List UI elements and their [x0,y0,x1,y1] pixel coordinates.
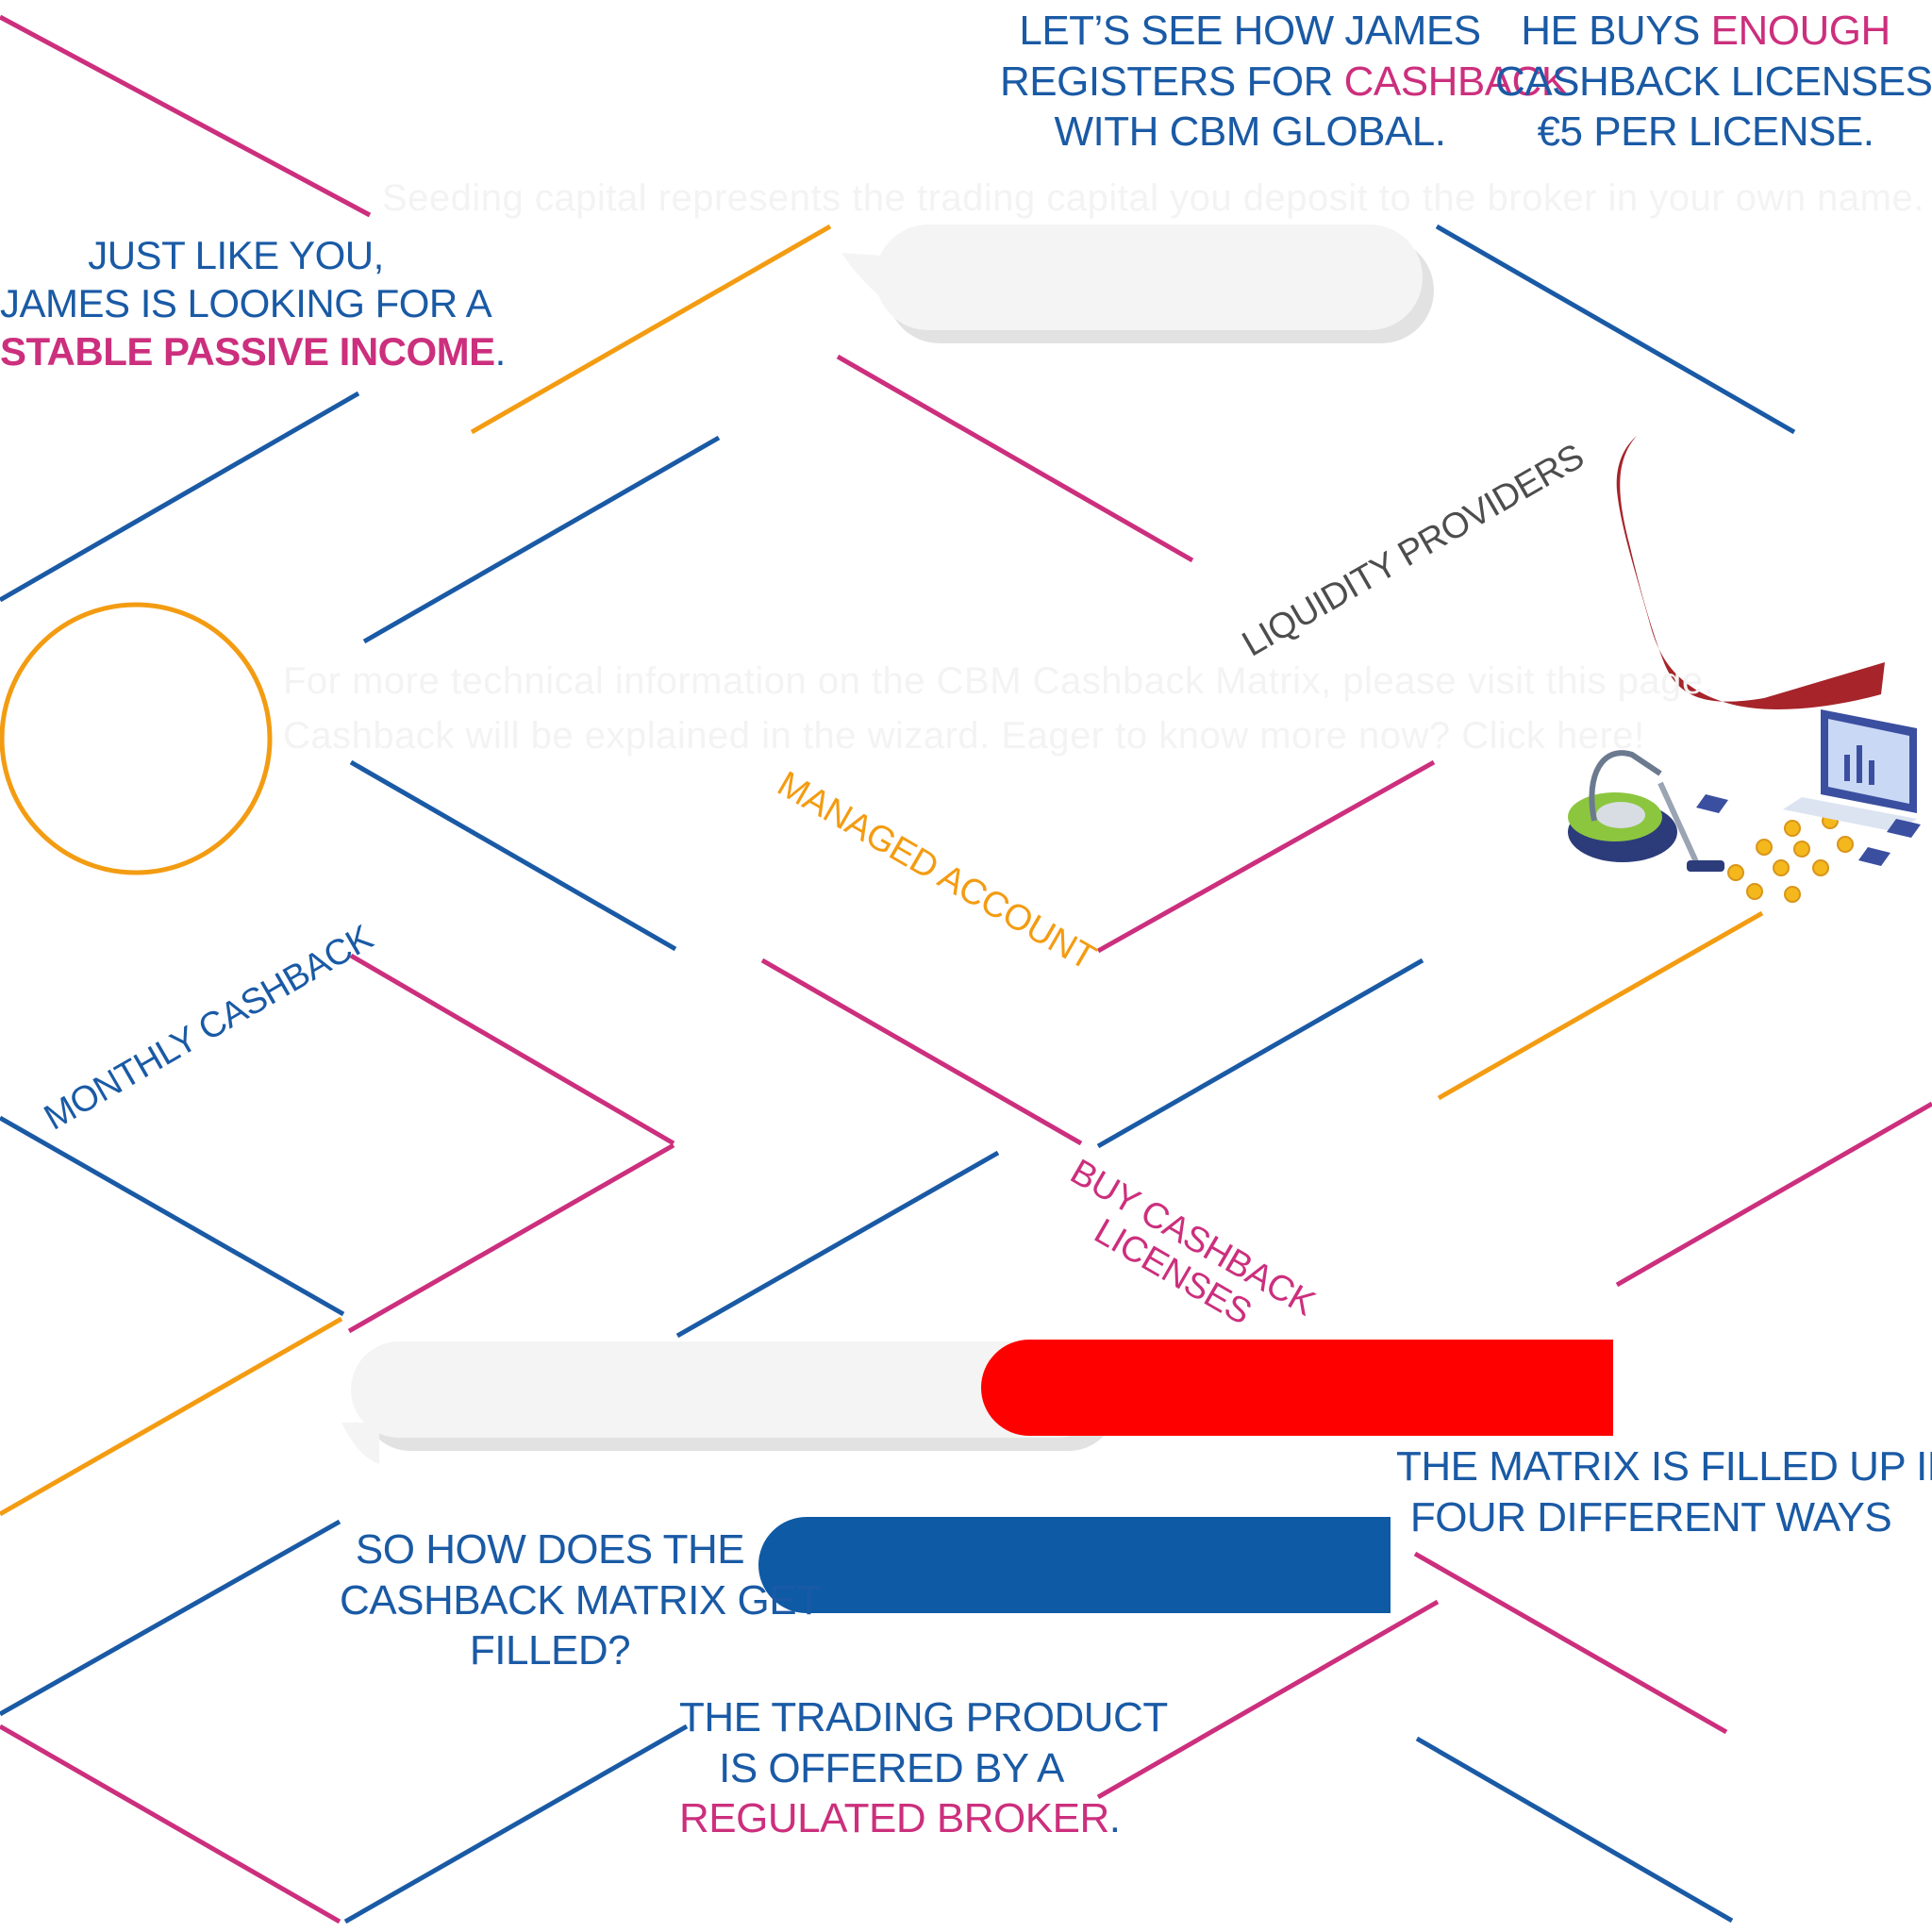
ghost-text-info-line2: Cashback will be explained in the wizard… [283,715,1645,757]
regulated-broker-highlight: REGULATED BROKER [679,1795,1109,1842]
regulated-line2: IS OFFERED BY A [719,1744,1064,1791]
regulated-broker-text: THE TRADING PRODUCT IS OFFERED BY A REGU… [679,1692,1168,1844]
diagonal-line [1437,910,1764,1101]
stable-passive-income-highlight: STABLE PASSIVE INCOME [0,329,495,375]
buys-licenses-text: HE BUYS ENOUGH CASHBACK LICENSES AT €5 P… [1495,6,1932,158]
diagonal-line [349,953,675,1146]
james-intro-line2: JAMES IS LOOKING FOR A [0,281,492,326]
circle-ring-icon [0,602,273,875]
diagonal-line [0,1724,341,1924]
ghost-text-capital: Seeding capital represents the trading c… [382,177,1924,219]
registers-line3: WITH CBM GLOBAL. [1054,108,1446,156]
diagonal-line [1615,1101,1932,1288]
james-intro-period: . [494,329,507,375]
red-pill-bar [981,1340,1613,1436]
laptop-chart-icon [1696,709,1921,866]
diagonal-line [1413,1551,1728,1735]
four-ways-line2: FOUR DIFFERENT WAYS [1409,1493,1892,1541]
speech-bubble-top [875,225,1423,330]
diagonal-line [760,958,1083,1146]
buys-line2: CASHBACK LICENSES AT [1495,58,1932,105]
diagonal-line [343,1724,689,1924]
diagonal-line [349,759,677,952]
james-intro-line1: JUST LIKE YOU, [88,233,384,277]
how-matrix-filled-text: SO HOW DOES THE CASHBACK MATRIX GET FILL… [340,1524,822,1676]
diagonal-line [1415,1736,1734,1924]
blue-pill-bar [758,1517,1391,1613]
diagonal-line [1435,224,1796,435]
buys-line3: €5 PER LICENSE. [1537,108,1874,156]
enough-highlight: ENOUGH [1710,8,1891,54]
diagonal-line [0,391,360,603]
diagonal-line [0,1316,343,1517]
buys-line1-prefix: HE BUYS [1521,8,1711,54]
vacuum-cleaner-icon [1568,750,1724,872]
matrix-four-ways-text: THE MATRIX IS FILLED UP IN FOUR DIFFEREN… [1396,1441,1932,1542]
speech-bubble-tail [841,253,894,308]
registers-line1: LET’S SEE HOW JAMES [1019,8,1481,54]
registers-text: LET’S SEE HOW JAMES REGISTERS FOR CASHBA… [1000,6,1569,158]
how-filled-line3: FILLED? [469,1627,631,1674]
diagonal-line [0,14,372,218]
diagonal-line [675,1150,1000,1339]
diagonal-line [362,435,721,644]
ghost-text-info-line1: For more technical information on the CB… [283,660,1715,702]
diagonal-line [836,354,1194,563]
how-filled-line1: SO HOW DOES THE [355,1526,745,1573]
four-ways-line1: THE MATRIX IS FILLED UP IN [1396,1443,1932,1490]
regulated-period: . [1108,1795,1121,1842]
regulated-line1: THE TRADING PRODUCT [679,1694,1168,1740]
james-intro-text: JUST LIKE YOU, JAMES IS LOOKING FOR A ST… [0,231,506,376]
diagonal-line [1096,759,1436,954]
diagonal-line [470,224,832,435]
registers-line2-prefix: REGISTERS FOR [1000,58,1344,105]
how-filled-line2: CASHBACK MATRIX GET [340,1576,822,1624]
diagonal-line [1096,958,1424,1149]
diagonal-line [0,1519,341,1717]
speech-bubble-tail [341,1423,379,1464]
diagonal-line [0,1115,345,1317]
diagonal-line [347,1142,675,1334]
